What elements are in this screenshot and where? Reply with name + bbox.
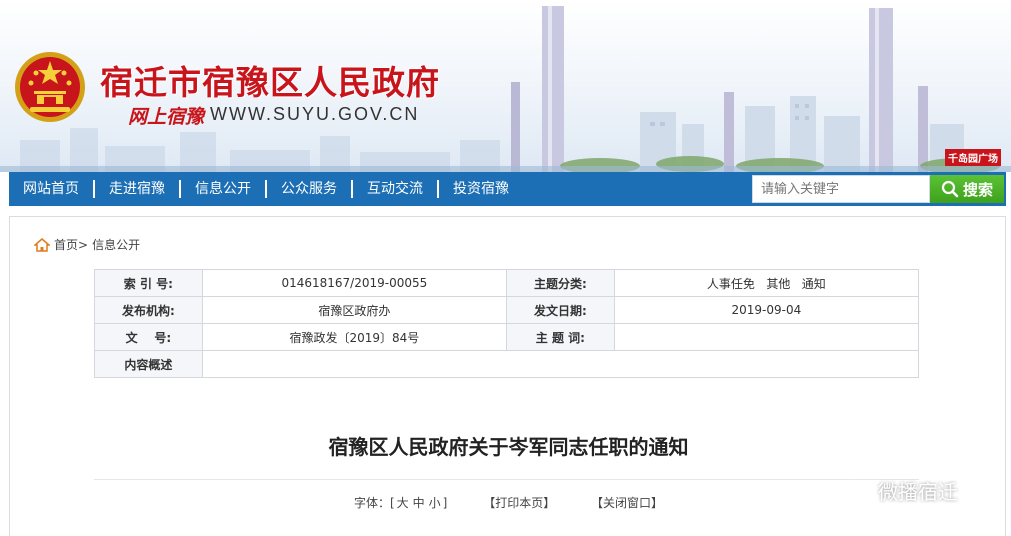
site-slogan: 网上宿豫 bbox=[128, 106, 205, 128]
main-nav: 网站首页 走进宿豫 信息公开 公众服务 互动交流 投资宿豫 搜索 bbox=[9, 172, 1006, 206]
font-large-link[interactable]: 大 bbox=[397, 496, 409, 510]
table-row: 发布机构: 宿豫区政府办 发文日期: 2019-09-04 bbox=[94, 296, 920, 324]
close-window-link[interactable]: 【关闭窗口】 bbox=[591, 496, 663, 510]
font-small-link[interactable]: 小 bbox=[429, 496, 441, 510]
nav-item-home[interactable]: 网站首页 bbox=[9, 180, 95, 198]
nav-item-about[interactable]: 走进宿豫 bbox=[95, 180, 181, 198]
title-divider bbox=[94, 479, 919, 480]
table-row: 索 引 号: 014618167/2019-00055 主题分类: 人事任免 其… bbox=[94, 269, 920, 297]
breadcrumb: 首页> 信息公开 bbox=[34, 236, 140, 253]
wechat-icon bbox=[839, 479, 871, 502]
meta-label-date: 发文日期: bbox=[505, 296, 615, 324]
site-domain: WWW.SUYU.GOV.CN bbox=[210, 104, 420, 124]
meta-value-publisher: 宿豫区政府办 bbox=[201, 296, 507, 324]
print-link[interactable]: 【打印本页】 bbox=[483, 496, 555, 510]
meta-value-doc-number: 宿豫政发〔2019〕84号 bbox=[201, 323, 507, 351]
search-input[interactable] bbox=[752, 175, 930, 203]
document-meta-table: 索 引 号: 014618167/2019-00055 主题分类: 人事任免 其… bbox=[94, 269, 920, 378]
table-row: 文 号: 宿豫政发〔2019〕84号 主 题 词: bbox=[94, 323, 920, 351]
breadcrumb-current-link[interactable]: 信息公开 bbox=[92, 236, 140, 253]
search-icon bbox=[941, 180, 959, 198]
park-tag: 千岛园广场 bbox=[945, 149, 1001, 166]
table-row: 内容概述 bbox=[94, 350, 920, 378]
meta-value-summary bbox=[201, 350, 920, 378]
font-medium-link[interactable]: 中 bbox=[413, 496, 425, 510]
article-title: 宿豫区人民政府关于岑军同志任职的通知 bbox=[328, 435, 689, 459]
header-banner: 宿迁市宿豫区人民政府 网上宿豫 WWW.SUYU.GOV.CN 千岛园广场 bbox=[0, 0, 1011, 172]
meta-label-keywords: 主 题 词: bbox=[505, 323, 615, 351]
meta-value-category: 人事任免 其他 通知 bbox=[613, 269, 920, 297]
breadcrumb-home-link[interactable]: 首页> bbox=[54, 236, 88, 253]
search-button[interactable]: 搜索 bbox=[930, 175, 1004, 203]
nav-item-interaction[interactable]: 互动交流 bbox=[353, 180, 439, 198]
meta-label-publisher: 发布机构: bbox=[94, 296, 203, 324]
home-icon bbox=[34, 237, 50, 252]
meta-label-index: 索 引 号: bbox=[94, 269, 203, 297]
font-size-bracket: ] bbox=[442, 496, 448, 510]
meta-value-date: 2019-09-04 bbox=[613, 296, 920, 324]
font-size-label: 字体：[ bbox=[353, 496, 395, 510]
site-title: 宿迁市宿豫区人民政府 bbox=[100, 63, 440, 102]
meta-label-summary: 内容概述 bbox=[94, 350, 203, 378]
meta-label-doc-number: 文 号: bbox=[94, 323, 203, 351]
meta-value-keywords bbox=[613, 323, 920, 351]
meta-label-category: 主题分类: bbox=[505, 269, 615, 297]
meta-value-index: 014618167/2019-00055 bbox=[201, 269, 507, 297]
watermark-text: 微播宿迁 bbox=[878, 480, 958, 504]
nav-item-info-disclosure[interactable]: 信息公开 bbox=[181, 180, 267, 198]
nav-item-public-service[interactable]: 公众服务 bbox=[267, 180, 353, 198]
nav-item-investment[interactable]: 投资宿豫 bbox=[439, 180, 523, 198]
watermark: 微播宿迁 bbox=[838, 476, 958, 505]
search-button-label: 搜索 bbox=[962, 180, 993, 199]
national-emblem-icon bbox=[15, 52, 85, 122]
